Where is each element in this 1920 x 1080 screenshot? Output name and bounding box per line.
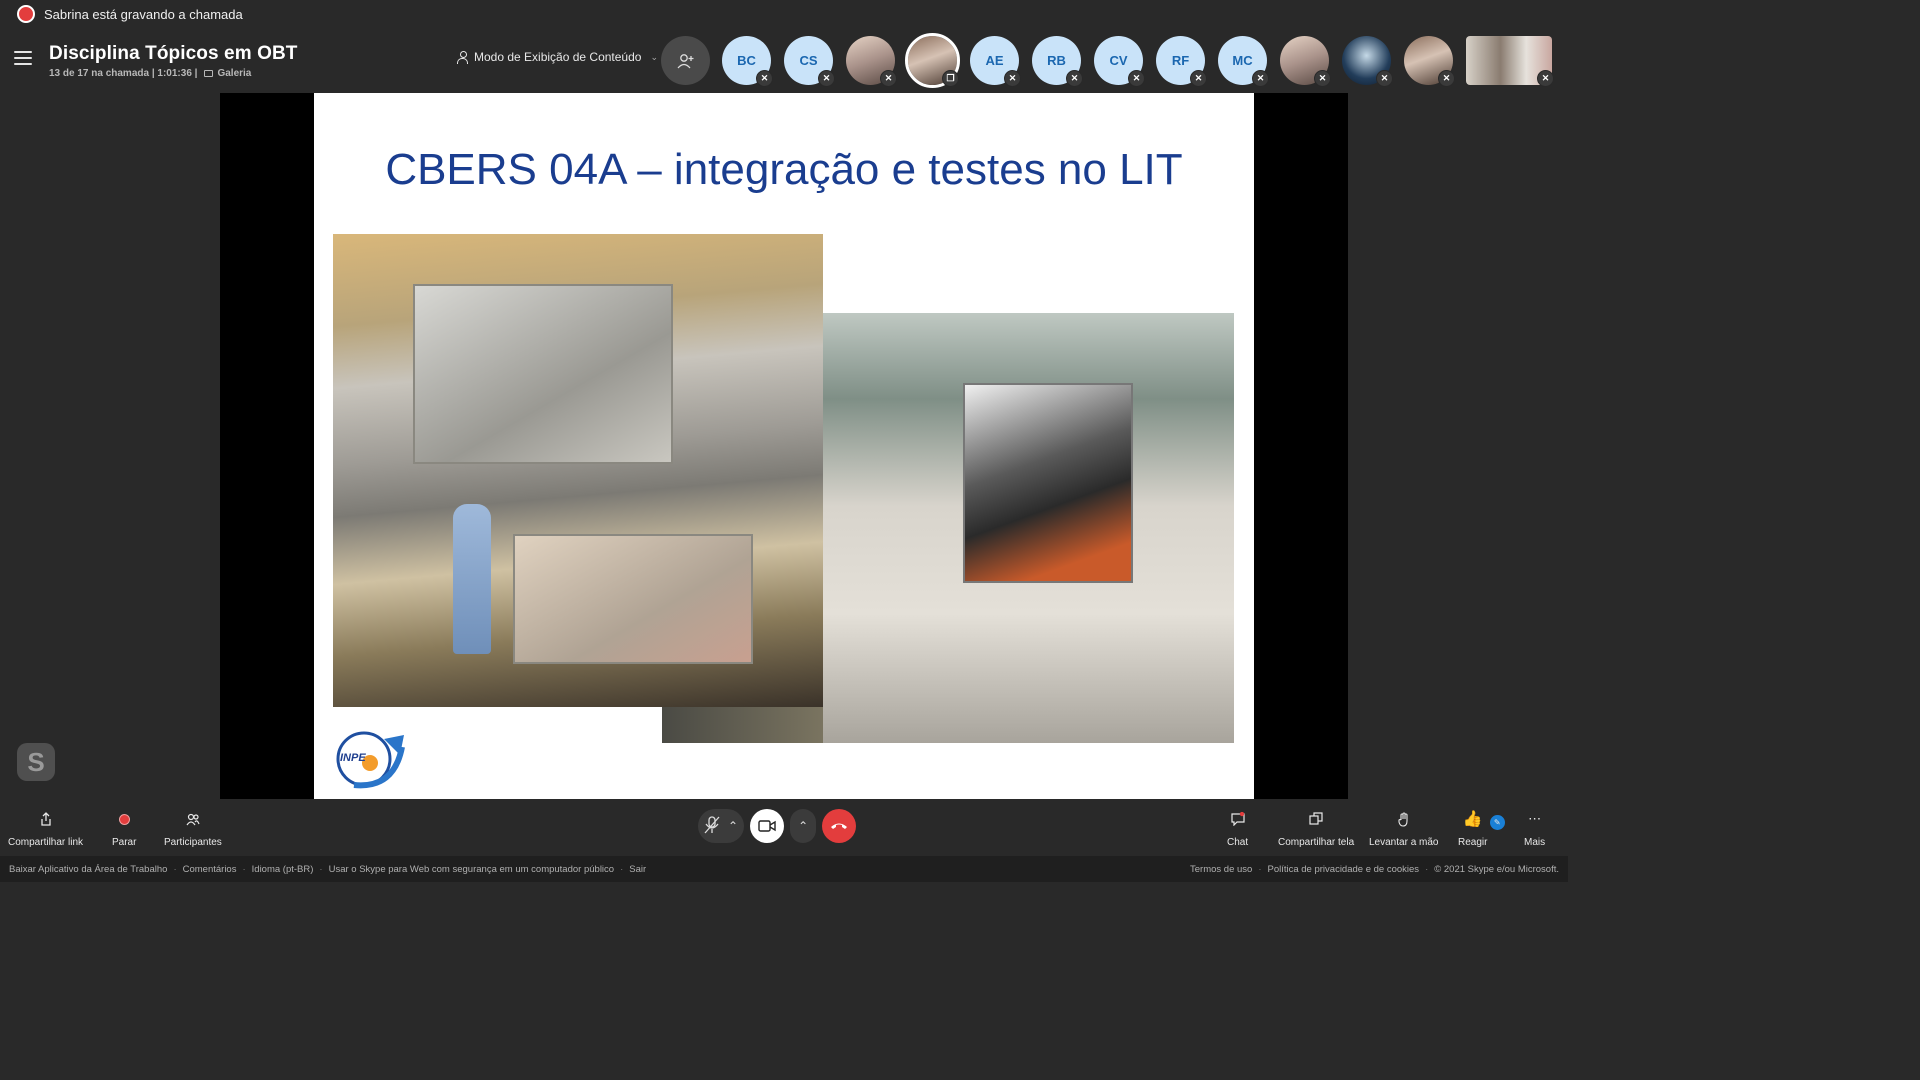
camera-options[interactable]: ⌃	[790, 809, 817, 843]
stop-recording-button[interactable]: Parar	[112, 809, 136, 848]
cables-photo-strip	[662, 707, 823, 743]
mic-muted-icon: ✕	[756, 70, 773, 87]
call-title: Disciplina Tópicos em OBT	[49, 43, 298, 64]
chevron-up-icon[interactable]: ⌃	[798, 819, 808, 833]
gallery-label[interactable]: Galeria	[217, 68, 251, 79]
participant-avatar[interactable]: ✕	[846, 36, 897, 87]
participant-avatar[interactable]: CS ✕	[784, 36, 835, 87]
mic-muted-icon: ✕	[1376, 70, 1393, 87]
chat-button[interactable]: Chat	[1227, 809, 1248, 848]
end-call-button[interactable]	[822, 809, 857, 843]
participant-avatar[interactable]: MC ✕	[1218, 36, 1269, 87]
presentation-slide: CBERS 04A – integração e testes no LIT I…	[314, 93, 1254, 799]
feedback-link[interactable]: Comentários	[183, 864, 237, 875]
thumbs-up-icon: 👍 ✎	[1463, 809, 1505, 830]
chat-icon	[1230, 809, 1245, 829]
mic-muted-icon: ✕	[1190, 70, 1207, 87]
camera-toggle-button[interactable]	[750, 809, 785, 843]
video-camera-icon	[758, 820, 776, 832]
hang-up-icon	[831, 823, 848, 829]
more-button[interactable]: ⋯ Mais	[1524, 809, 1545, 848]
participant-avatar[interactable]: ✕	[1342, 36, 1393, 87]
mic-muted-icon: ✕	[1066, 70, 1083, 87]
shared-screen-stage: CBERS 04A – integração e testes no LIT I…	[220, 93, 1348, 799]
mic-muted-icon: ✕	[880, 70, 897, 87]
view-mode-dropdown[interactable]: Modo de Exibição de Conteúdo ⌄	[457, 50, 658, 64]
call-status: 13 de 17 na chamada | 1:01:36 |	[49, 68, 198, 79]
gallery-icon	[204, 70, 214, 77]
skype-logo-icon: S	[17, 743, 55, 781]
share-screen-button[interactable]: Compartilhar tela	[1278, 809, 1354, 848]
record-icon	[118, 813, 130, 825]
view-mode-label: Modo de Exibição de Conteúdo	[474, 50, 642, 64]
react-button[interactable]: 👍 ✎ Reagir	[1458, 809, 1505, 848]
download-link[interactable]: Baixar Aplicativo da Área de Trabalho	[9, 864, 167, 875]
mic-muted-icon: ✕	[1252, 70, 1269, 87]
call-header: Disciplina Tópicos em OBT 13 de 17 na ch…	[0, 28, 1568, 92]
hand-icon	[1398, 809, 1410, 829]
mic-control[interactable]: ⌃	[698, 809, 745, 843]
exit-link[interactable]: Sair	[629, 864, 646, 875]
inpe-logo: INPE	[336, 731, 405, 789]
secure-use-link[interactable]: Usar o Skype para Web com segurança em u…	[329, 864, 615, 875]
share-icon	[40, 809, 52, 829]
svg-text:INPE: INPE	[340, 752, 366, 764]
raise-hand-button[interactable]: Levantar a mão	[1369, 809, 1439, 848]
participant-avatar[interactable]: ✕	[1404, 36, 1455, 87]
recording-icon	[17, 5, 35, 23]
participant-strip: BC ✕ CS ✕ ✕ ❐ AE ✕ RB ✕ CV ✕ RF ✕ MC ✕ ✕ ✕ ✕ ✕	[722, 33, 1554, 88]
participant-avatar-presenter[interactable]: ❐	[905, 33, 960, 88]
copyright-text: © 2021 Skype e/ou Microsoft.	[1434, 863, 1559, 875]
chevron-down-icon: ⌄	[650, 51, 658, 62]
share-screen-icon	[1309, 809, 1323, 829]
satellite-testing-photo	[823, 313, 1234, 743]
presenter-icon	[457, 50, 468, 64]
participant-video-tile[interactable]: ✕	[1466, 36, 1554, 87]
call-subtitle: 13 de 17 na chamada | 1:01:36 | Galeria	[49, 68, 251, 79]
hamburger-menu-icon[interactable]	[14, 51, 32, 67]
participant-avatar[interactable]: BC ✕	[722, 36, 773, 87]
more-icon: ⋯	[1528, 811, 1542, 826]
add-person-icon	[677, 53, 693, 68]
mic-muted-icon: ✕	[1314, 70, 1331, 87]
add-participant-button[interactable]	[661, 36, 710, 85]
privacy-link[interactable]: Política de privacidade e de cookies	[1267, 864, 1419, 875]
call-controls: ⌃ ⌃	[698, 809, 857, 843]
edit-badge-icon: ✎	[1489, 815, 1505, 830]
satellite-integration-photo	[333, 234, 823, 707]
participant-avatar[interactable]: ✕	[1280, 36, 1331, 87]
participants-icon	[186, 809, 200, 829]
share-link-button[interactable]: Compartilhar link	[8, 809, 83, 848]
mic-muted-icon: ✕	[1128, 70, 1145, 87]
recording-text: Sabrina está gravando a chamada	[44, 6, 243, 22]
participant-avatar[interactable]: AE ✕	[970, 36, 1021, 87]
mic-muted-icon: ✕	[1537, 70, 1554, 87]
language-link[interactable]: Idioma (pt-BR)	[252, 864, 314, 875]
participant-avatar[interactable]: CV ✕	[1094, 36, 1145, 87]
mic-muted-icon: ✕	[818, 70, 835, 87]
participant-avatar[interactable]: RF ✕	[1156, 36, 1207, 87]
participant-avatar[interactable]: RB ✕	[1032, 36, 1083, 87]
call-toolbar: Compartilhar link Parar Participantes ⌃ …	[0, 799, 1568, 856]
screen-share-icon: ❐	[942, 70, 959, 87]
terms-link[interactable]: Termos de uso	[1190, 864, 1252, 875]
mic-muted-icon[interactable]	[704, 815, 720, 837]
mic-muted-icon: ✕	[1438, 70, 1455, 87]
slide-title: CBERS 04A – integração e testes no LIT	[385, 145, 1183, 194]
page-footer: Baixar Aplicativo da Área de Trabalho · …	[0, 856, 1568, 882]
participants-button[interactable]: Participantes	[164, 809, 222, 848]
mic-muted-icon: ✕	[1004, 70, 1021, 87]
chevron-up-icon[interactable]: ⌃	[728, 819, 738, 833]
recording-banner: Sabrina está gravando a chamada	[0, 0, 1568, 28]
